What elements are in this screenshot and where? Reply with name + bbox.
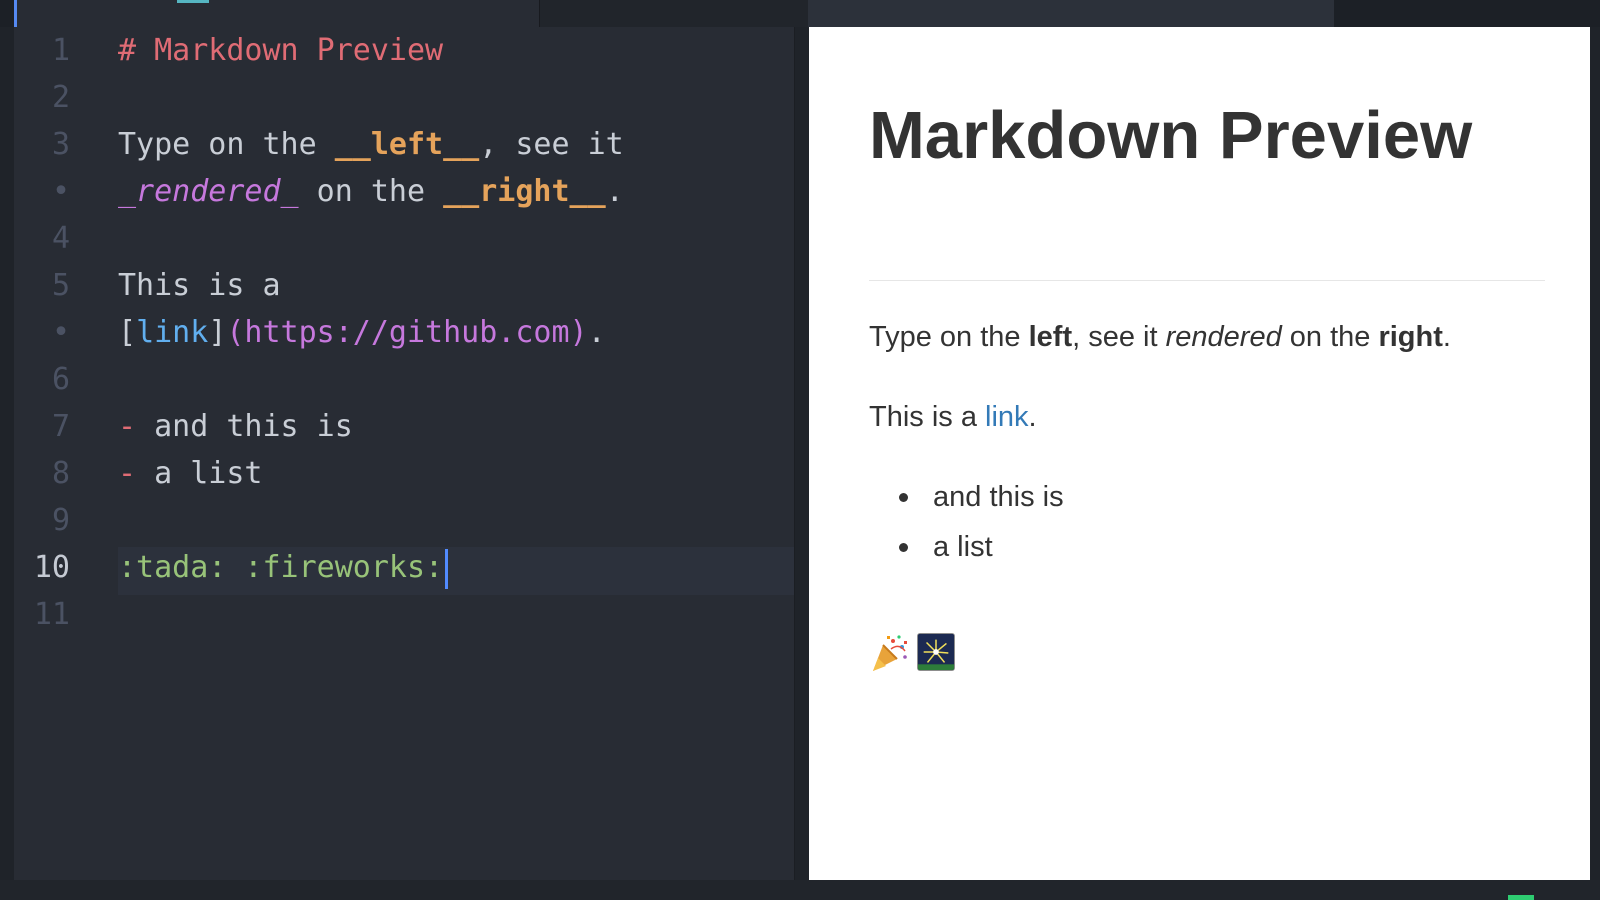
line-number: 6 <box>51 362 70 397</box>
code-link-text: link <box>136 315 209 350</box>
list-dash: - <box>118 409 137 444</box>
bullet-icon <box>899 493 908 502</box>
fireworks-emoji-icon <box>917 633 955 671</box>
line-number: 4 <box>51 221 70 256</box>
text: Type on the <box>869 321 1029 353</box>
code-line-3-wrap[interactable]: _rendered_ on the __right__. <box>118 168 624 216</box>
text: . <box>1442 321 1451 353</box>
preview-link[interactable]: link <box>985 401 1029 433</box>
code-line-heading[interactable]: # Markdown Preview <box>118 27 443 75</box>
text: , see it <box>1072 321 1166 353</box>
text: on the <box>1281 321 1379 353</box>
code-text: , see it <box>479 127 624 162</box>
code-line-5-wrap[interactable]: [link](https://github.com). <box>118 309 606 357</box>
italic-text: rendered <box>1165 321 1282 353</box>
code-bracket: [ <box>118 315 137 350</box>
preview-paragraph-1: Type on the left, see it rendered on the… <box>869 317 1451 357</box>
line-number: 2 <box>51 80 70 115</box>
code-text: a list <box>136 456 263 491</box>
list-item-text: and this is <box>933 481 1064 513</box>
text: This is a <box>869 401 986 433</box>
code-emoji-shortcodes: :tada: :fireworks: <box>118 550 444 585</box>
code-line-7[interactable]: - and this is <box>118 403 353 451</box>
line-number-active: 10 <box>33 550 70 585</box>
line-number: 7 <box>51 409 70 444</box>
preview-heading: Markdown Preview <box>869 98 1473 173</box>
bold-text: left <box>1028 321 1073 353</box>
tab-bar <box>0 0 1600 27</box>
emoji-row <box>869 633 955 673</box>
line-number-gutter: 1 2 3 • 4 5 • 6 7 8 9 10 11 <box>14 27 109 880</box>
code-line-8[interactable]: - a list <box>118 450 263 498</box>
code-line-3[interactable]: Type on the __left__, see it <box>118 121 624 169</box>
text: . <box>1028 401 1037 433</box>
tab-markdown-preview[interactable] <box>808 0 1334 27</box>
code-text: Type on the <box>118 127 335 162</box>
list-dash: - <box>118 456 137 491</box>
tab-editor[interactable] <box>17 0 540 27</box>
code-text: and this is <box>136 409 353 444</box>
preview-paragraph-2: This is a link. <box>869 397 1037 437</box>
markdown-preview-pane[interactable]: Markdown Preview Type on the left, see i… <box>809 27 1590 880</box>
tab-modified-indicator <box>177 0 209 3</box>
editor-pane[interactable]: 1 2 3 • 4 5 • 6 7 8 9 10 11 # Markdown P… <box>14 27 795 880</box>
line-number-soft-wrap: • <box>51 315 70 350</box>
preview-list: and this is a list <box>869 477 1064 577</box>
code-bold: __right__ <box>443 174 606 209</box>
status-indicator[interactable] <box>1508 895 1534 900</box>
line-number: 3 <box>51 127 70 162</box>
status-bar <box>0 880 1600 900</box>
tada-emoji-icon <box>873 635 907 671</box>
line-number: 9 <box>51 503 70 538</box>
code-bracket: ] <box>208 315 227 350</box>
code-text: . <box>605 174 624 209</box>
text-cursor <box>445 548 449 589</box>
line-number: 8 <box>51 456 70 491</box>
line-number: 1 <box>51 33 70 68</box>
code-italic: _rendered_ <box>118 174 299 209</box>
line-number: 11 <box>33 597 70 632</box>
list-item: and this is <box>869 477 1064 527</box>
bold-text: right <box>1378 321 1443 353</box>
code-url: (https://github.com) <box>226 315 588 350</box>
line-number: 5 <box>51 268 70 303</box>
code-line-5[interactable]: This is a <box>118 262 281 310</box>
code-bold: __left__ <box>334 127 480 162</box>
list-item-text: a list <box>933 531 993 563</box>
heading-divider <box>869 280 1545 281</box>
list-item: a list <box>869 527 1064 577</box>
tab-bar-empty-left <box>540 0 808 27</box>
bullet-icon <box>899 543 908 552</box>
code-text: . <box>587 315 606 350</box>
tab-bar-empty-right <box>1334 0 1600 27</box>
code-line-10[interactable]: :tada: :fireworks: <box>118 544 449 592</box>
code-text: on the <box>298 174 444 209</box>
line-number-soft-wrap: • <box>51 174 70 209</box>
